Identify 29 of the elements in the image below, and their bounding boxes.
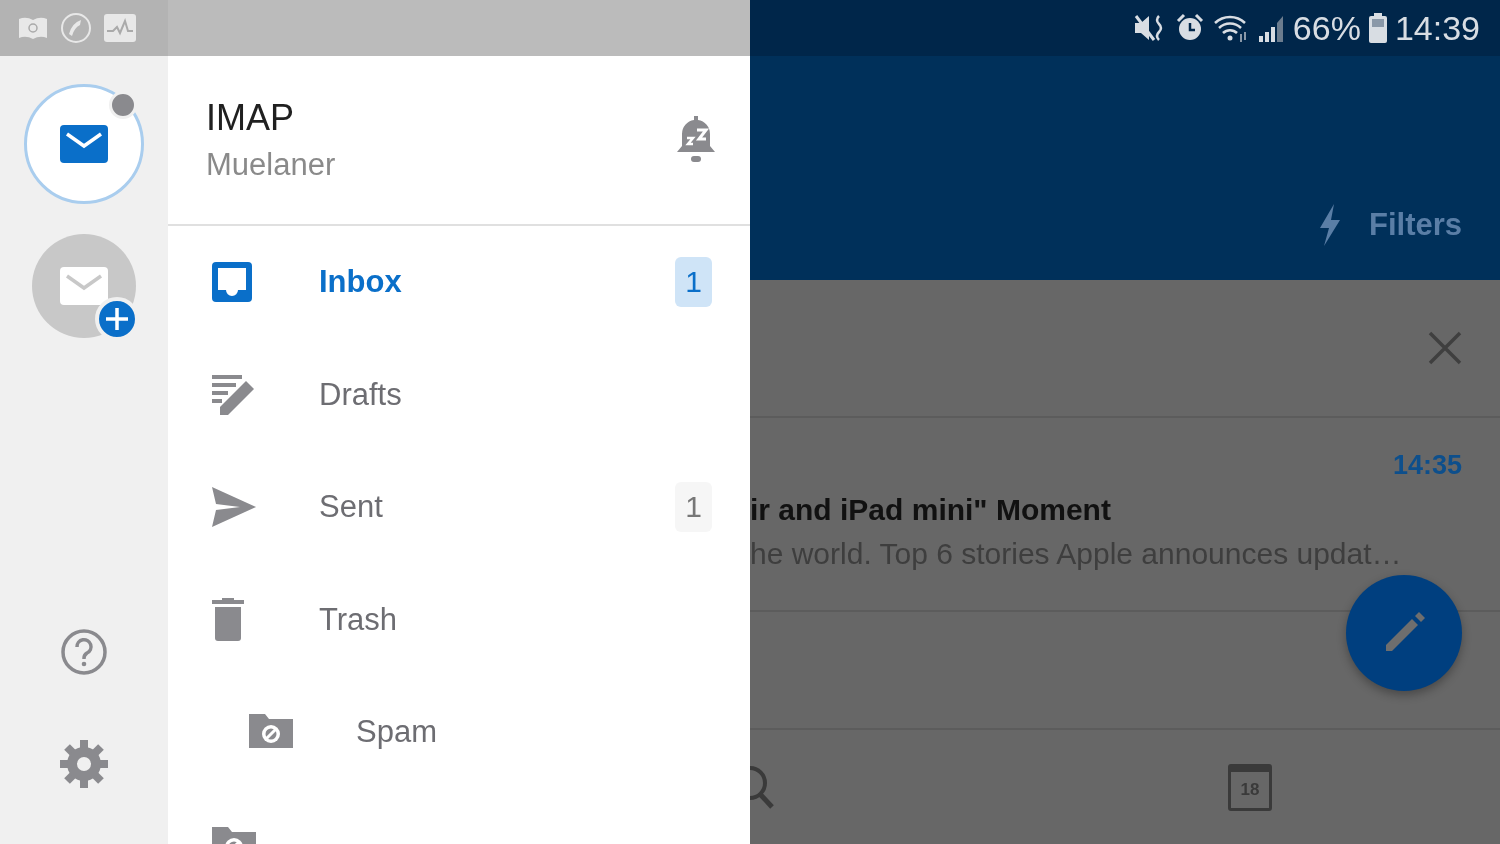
- filters-button[interactable]: Filters: [1316, 204, 1462, 246]
- send-icon: [210, 485, 258, 530]
- bell-icon[interactable]: [676, 116, 716, 164]
- help-icon[interactable]: [60, 628, 108, 676]
- book-icon: [18, 16, 48, 40]
- folder-item[interactable]: Trash: [168, 563, 750, 676]
- account-title: IMAP: [206, 97, 295, 139]
- account-email: Muelaner: [206, 147, 336, 183]
- settings-icon[interactable]: [60, 740, 108, 788]
- status-time: 14:39: [1394, 8, 1480, 48]
- alarm-icon: [1174, 13, 1205, 43]
- message-time: 14:35: [1392, 450, 1462, 481]
- search-icon[interactable]: [750, 765, 774, 809]
- close-icon[interactable]: [1428, 331, 1462, 365]
- signal-icon: [1256, 14, 1285, 42]
- battery-percentage: 66%: [1292, 8, 1361, 48]
- unread-count: 1: [675, 257, 712, 308]
- folder-item[interactable]: Spam: [168, 676, 750, 789]
- activity-icon: [104, 14, 136, 42]
- folder-item[interactable]: Drafts: [168, 338, 750, 451]
- battery-icon: [1368, 13, 1387, 43]
- status-dot: [109, 91, 137, 119]
- wifi-icon: [1212, 13, 1249, 43]
- folder-item[interactable]: Sent 1: [168, 451, 750, 564]
- unread-count: 1: [675, 482, 712, 533]
- mail-icon: [60, 125, 108, 163]
- folder-item[interactable]: Inbox 1: [168, 226, 750, 339]
- message-subject: ir and iPad mini" Moment: [750, 493, 1112, 527]
- mail-icon: [60, 267, 108, 305]
